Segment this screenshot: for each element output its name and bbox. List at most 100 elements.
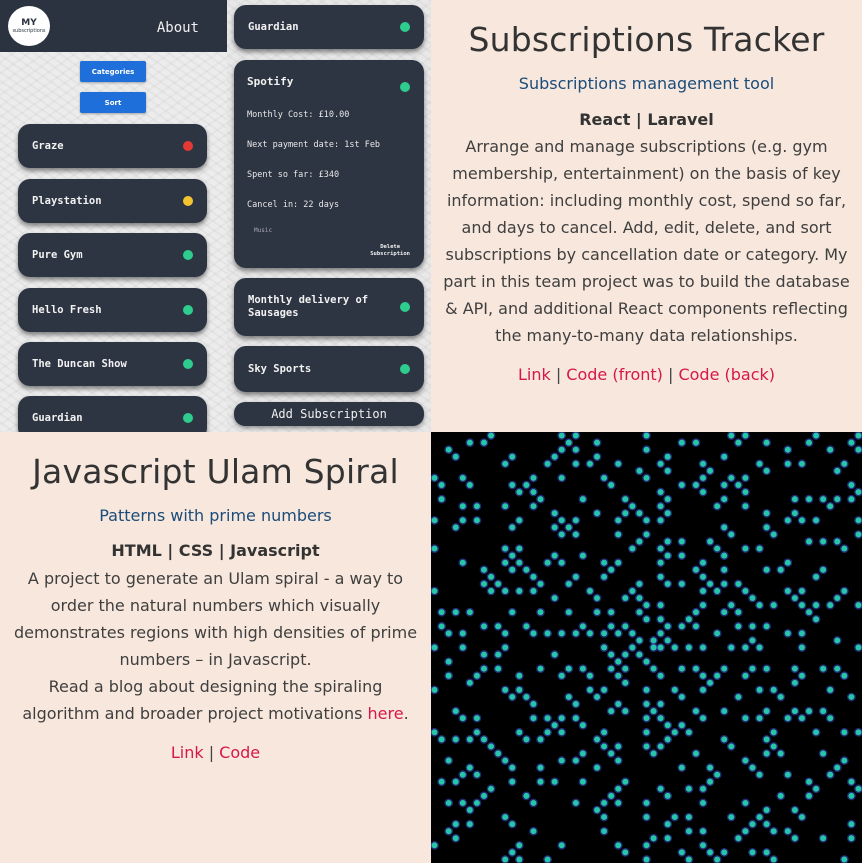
prime-cell <box>685 616 692 623</box>
prime-cell <box>615 460 622 467</box>
prime-cell <box>481 651 487 658</box>
project-link[interactable]: Link <box>171 743 204 762</box>
ulam-spiral-image <box>431 432 862 863</box>
prime-cell <box>594 693 601 700</box>
prime-cell <box>481 566 487 573</box>
prime-cell <box>721 580 728 587</box>
prime-cell <box>756 686 763 693</box>
prime-cell <box>516 842 523 849</box>
prime-cell <box>629 545 636 552</box>
prime-cell <box>594 510 601 517</box>
prime-cell <box>784 559 791 566</box>
blog-link[interactable]: here <box>368 704 404 723</box>
prime-cell <box>749 595 756 602</box>
spent-so-far: Spent so far: £340 <box>247 170 340 180</box>
prime-cell <box>594 595 601 602</box>
subscription-name: Graze <box>32 140 64 152</box>
prime-cell <box>572 517 579 524</box>
prime-cell <box>572 446 579 453</box>
prime-cell <box>466 609 473 616</box>
prime-cell <box>707 778 714 785</box>
prime-cell <box>572 630 579 637</box>
prime-cell <box>537 609 544 616</box>
prime-cell <box>622 595 629 602</box>
prime-cell <box>565 665 572 672</box>
sort-button[interactable]: Sort <box>80 92 146 113</box>
prime-cell <box>452 821 459 828</box>
prime-cell <box>572 531 579 538</box>
prime-cell <box>791 496 798 503</box>
prime-cell <box>643 842 650 849</box>
prime-cell <box>558 474 565 481</box>
prime-cell <box>692 439 699 446</box>
add-subscription-button[interactable]: Add Subscription <box>234 402 424 426</box>
subscription-card[interactable]: Playstation <box>18 179 207 223</box>
prime-cell <box>431 545 438 552</box>
prime-cell <box>615 630 622 637</box>
prime-cell <box>692 566 699 573</box>
prime-cell <box>714 503 721 510</box>
subscription-card[interactable]: The Duncan Show <box>18 342 207 386</box>
prime-cell <box>749 623 756 630</box>
prime-cell <box>558 531 565 538</box>
prime-cell <box>700 644 706 651</box>
prime-cell <box>664 835 671 842</box>
subscription-card[interactable]: Graze <box>18 124 207 168</box>
prime-cell <box>664 496 671 503</box>
prime-cell <box>629 644 636 651</box>
prime-cell <box>551 524 558 531</box>
prime-cell <box>657 503 664 510</box>
prime-cell <box>516 672 523 679</box>
status-dot <box>183 305 193 315</box>
subscription-card[interactable]: Pure Gym <box>18 233 207 277</box>
subscription-card[interactable]: Sky Sports <box>234 346 424 392</box>
delete-subscription-button[interactable]: Delete Subscription <box>370 244 410 258</box>
prime-cell <box>601 814 608 821</box>
about-link[interactable]: About <box>157 20 199 36</box>
prime-cell <box>813 785 820 792</box>
prime-cell <box>558 446 565 453</box>
categories-button[interactable]: Categories <box>80 61 146 82</box>
prime-cell <box>445 799 452 806</box>
prime-cell <box>791 510 798 517</box>
prime-cell <box>820 538 827 545</box>
subscription-card[interactable]: Guardian <box>234 5 424 49</box>
prime-cell <box>459 559 466 566</box>
code-link[interactable]: Code <box>219 743 260 762</box>
subscription-card-expanded[interactable]: Spotify Monthly Cost: £10.00 Next paymen… <box>234 60 424 268</box>
prime-cell <box>763 750 770 757</box>
prime-cell <box>855 432 862 439</box>
project-description-text: A project to generate an Ulam spiral - a… <box>13 569 418 669</box>
code-back-link[interactable]: Code (back) <box>678 365 775 384</box>
prime-cell <box>509 849 516 856</box>
prime-cell <box>473 771 480 778</box>
prime-cell <box>721 453 728 460</box>
prime-cell <box>643 701 650 707</box>
subscription-card[interactable]: Guardian <box>18 396 207 432</box>
code-front-link[interactable]: Code (front) <box>566 365 663 384</box>
prime-cell <box>664 623 671 630</box>
subscription-name: Spotify <box>247 75 294 88</box>
project-description: A project to generate an Ulam spiral - a… <box>8 565 423 727</box>
prime-cell <box>431 474 438 481</box>
prime-cell <box>756 602 763 609</box>
prime-cell <box>445 630 452 637</box>
prime-cell <box>664 821 671 828</box>
subscription-card[interactable]: Hello Fresh <box>18 288 207 332</box>
blog-text: Read a blog about designing the spiralin… <box>22 677 383 723</box>
prime-cell <box>502 460 509 467</box>
prime-cell <box>558 715 565 722</box>
prime-cell <box>502 545 509 552</box>
prime-cell <box>664 736 671 743</box>
prime-cell <box>798 715 805 722</box>
prime-cell <box>601 743 608 750</box>
prime-cell <box>445 672 452 679</box>
subscription-card[interactable]: Monthly delivery of Sausages <box>234 278 424 336</box>
prime-cell <box>629 503 636 510</box>
subscription-name: Pure Gym <box>32 249 83 261</box>
prime-cell <box>721 566 728 573</box>
prime-cell <box>643 814 650 821</box>
project-link[interactable]: Link <box>518 365 551 384</box>
prime-cell <box>636 580 643 587</box>
prime-cell <box>700 559 706 566</box>
